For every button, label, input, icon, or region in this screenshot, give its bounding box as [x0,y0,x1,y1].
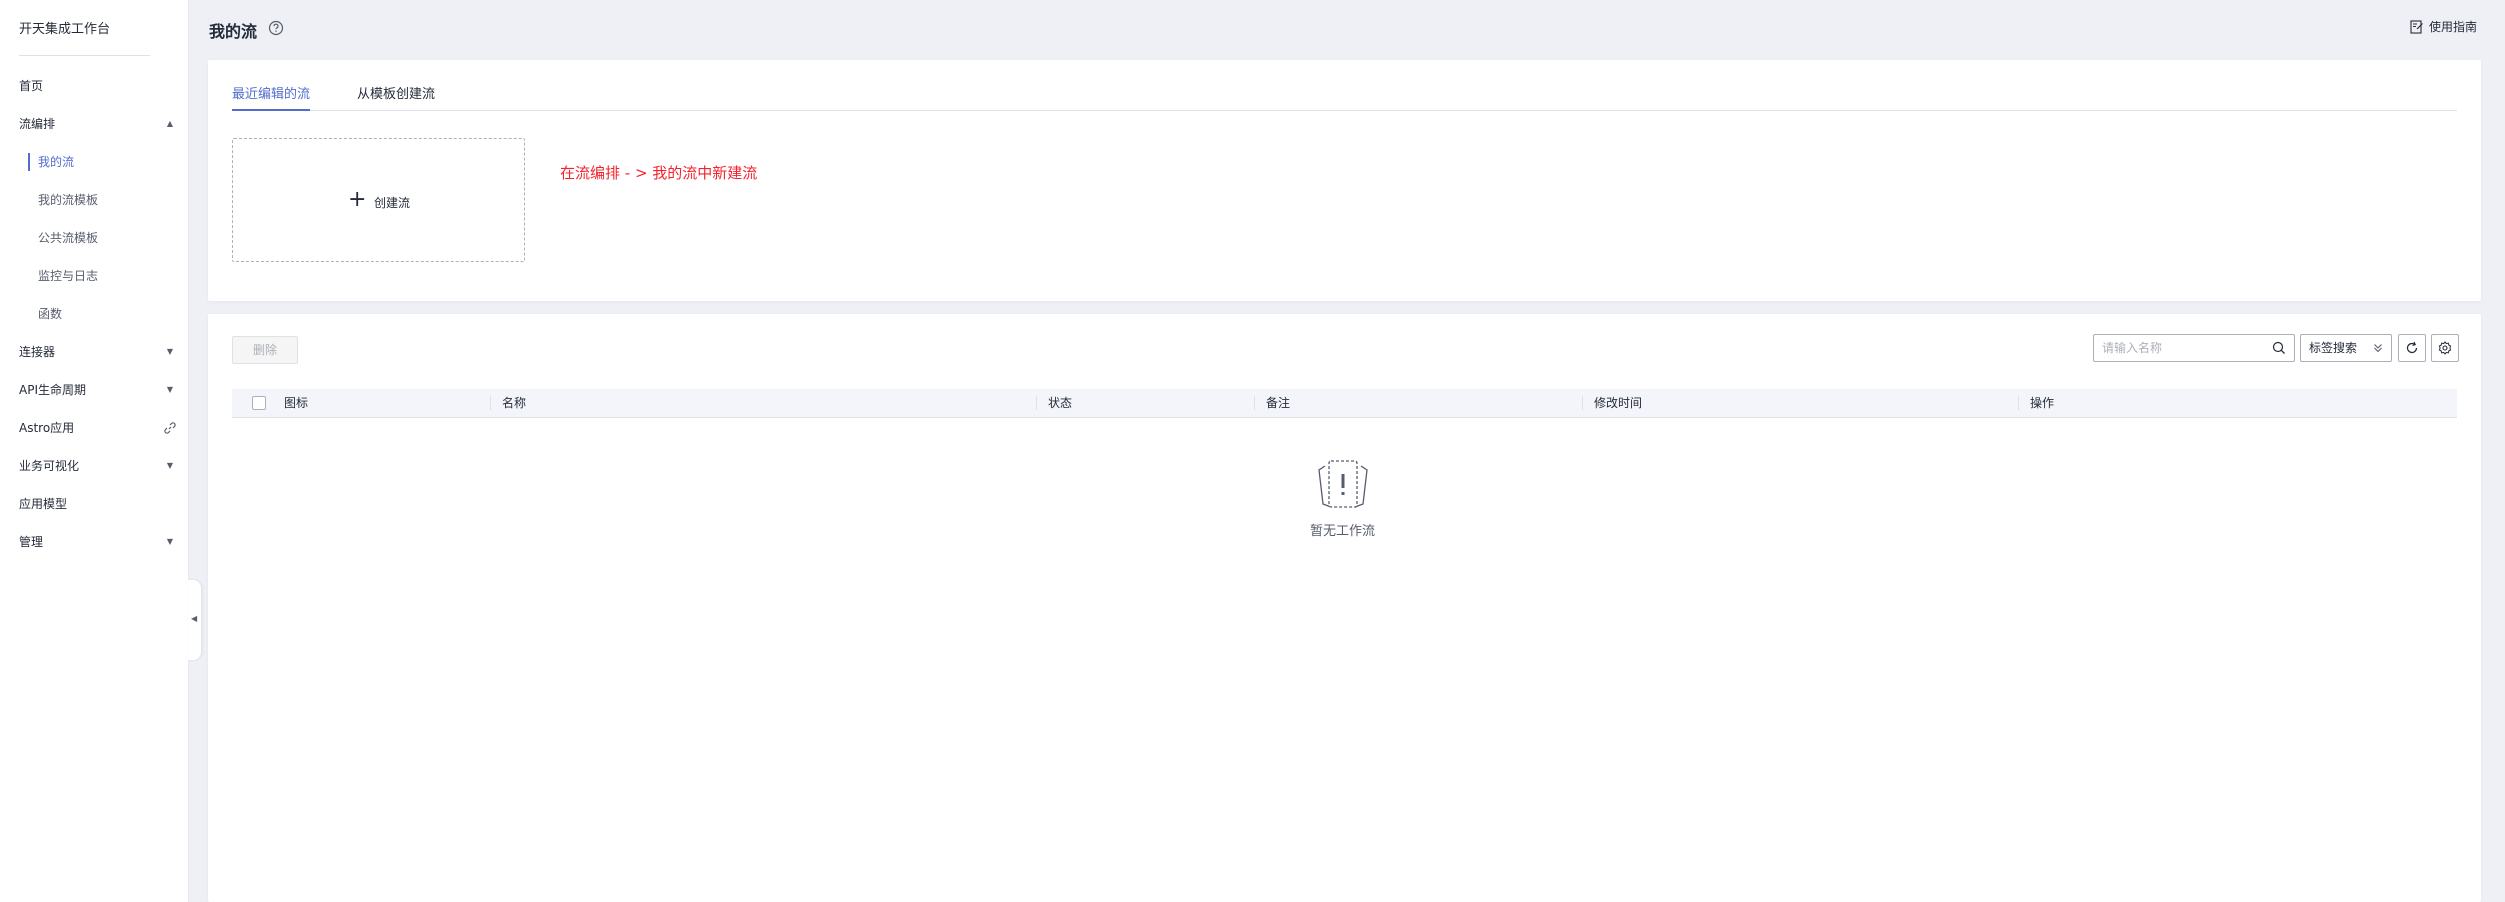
select-all-checkbox[interactable] [252,396,266,410]
sidebar-item-label: 应用模型 [19,497,68,511]
search-input[interactable] [2102,335,2262,361]
sidebar-item-home[interactable]: 首页 [0,74,188,98]
column-header-status: 状态 [1048,396,1073,410]
annotation-hint: 在流编排 - > 我的流中新建流 [560,164,758,182]
tab-bar: 最近编辑的流 从模板创建流 [232,80,2457,111]
sidebar-item-connectors[interactable]: 连接器 ▼ [0,340,188,364]
app-title: 开天集成工作台 [19,22,111,37]
sidebar-item-label: 我的流模板 [38,193,99,207]
settings-button[interactable] [2431,334,2459,362]
flow-list-card: 删除 标签搜索 图标 名称 状态 备注 修改时间 [208,314,2481,902]
sidebar-item-label: 公共流模板 [38,231,99,245]
create-flow-button[interactable]: + 创建流 [232,138,525,262]
sidebar-item-label: 管理 [19,535,44,549]
search-box [2093,334,2295,362]
column-separator [2018,396,2019,410]
recent-flows-card: 最近编辑的流 从模板创建流 + 创建流 在流编排 - > 我的流中新建流 [208,60,2481,301]
external-link-icon [164,422,176,434]
sidebar-item-label: 函数 [38,307,63,321]
sidebar-subitem-functions[interactable]: 函数 [28,302,188,326]
sidebar-subitem-monitoring-logs[interactable]: 监控与日志 [28,264,188,288]
chevron-down-icon: ▼ [166,461,173,470]
chevron-down-icon: ▼ [166,385,173,394]
column-separator [1036,396,1037,410]
tag-search-label: 标签搜索 [2309,341,2358,355]
chevron-down-icon: ▼ [166,347,173,356]
sidebar-item-label: API生命周期 [19,383,86,397]
column-header-name: 名称 [502,396,527,410]
column-header-remarks: 备注 [1266,396,1291,410]
sidebar-item-app-model[interactable]: 应用模型 [0,492,188,516]
gear-icon [2438,341,2452,355]
sidebar-item-label: 监控与日志 [38,269,99,283]
sidebar-subitem-my-flows[interactable]: 我的流 [28,150,188,174]
sidebar-subitem-public-flow-templates[interactable]: 公共流模板 [28,226,188,250]
double-chevron-down-icon [2374,344,2382,353]
sidebar-item-label: 业务可视化 [19,459,80,473]
sidebar-item-flow-orchestration[interactable]: 流编排 ▲ [0,112,188,136]
column-separator [1582,396,1583,410]
help-icon[interactable] [268,20,284,36]
plus-icon: + [348,187,367,212]
column-header-actions: 操作 [2030,396,2055,410]
chevron-up-icon: ▲ [166,119,173,128]
sidebar-collapse-handle[interactable]: ◀ [188,580,201,660]
tag-search-dropdown[interactable]: 标签搜索 [2300,334,2392,362]
column-header-icon: 图标 [284,396,309,410]
column-header-modified-time: 修改时间 [1594,396,1643,410]
sidebar-item-management[interactable]: 管理 ▼ [0,530,188,554]
column-separator [490,396,491,410]
table-header: 图标 名称 状态 备注 修改时间 操作 [232,389,2457,418]
tab-recent-flows[interactable]: 最近编辑的流 [232,80,311,111]
chevron-down-icon: ▼ [166,537,173,546]
delete-button[interactable]: 删除 [232,336,298,364]
sidebar-item-astro-apps[interactable]: Astro应用 [0,416,188,440]
search-icon[interactable] [2272,341,2286,355]
refresh-icon [2406,341,2418,354]
tab-create-from-template[interactable]: 从模板创建流 [357,80,435,110]
sidebar-item-business-visualization[interactable]: 业务可视化 ▼ [0,454,188,478]
sidebar-item-label: Astro应用 [19,421,75,435]
user-guide-label: 使用指南 [2429,20,2478,34]
create-flow-label: 创建流 [374,196,411,210]
chevron-left-icon: ◀ [191,614,198,623]
sidebar-item-label: 我的流 [38,155,75,169]
sidebar-subitem-my-flow-templates[interactable]: 我的流模板 [28,188,188,212]
empty-state-text: 暂无工作流 [1310,524,1376,539]
edit-document-icon [2410,20,2423,34]
empty-state-icon [1318,460,1368,508]
divider [19,55,150,56]
refresh-button[interactable] [2398,334,2426,362]
column-separator [1254,396,1255,410]
page-title: 我的流 [209,22,258,41]
sidebar-item-label: 流编排 [19,117,56,131]
sidebar: 开天集成工作台 首页 流编排 ▲ 我的流 我的流模板 公共流模板 监控与日志 函… [0,0,189,902]
sidebar-item-label: 首页 [19,79,44,93]
sidebar-item-api-lifecycle[interactable]: API生命周期 ▼ [0,378,188,402]
sidebar-item-label: 连接器 [19,345,56,359]
